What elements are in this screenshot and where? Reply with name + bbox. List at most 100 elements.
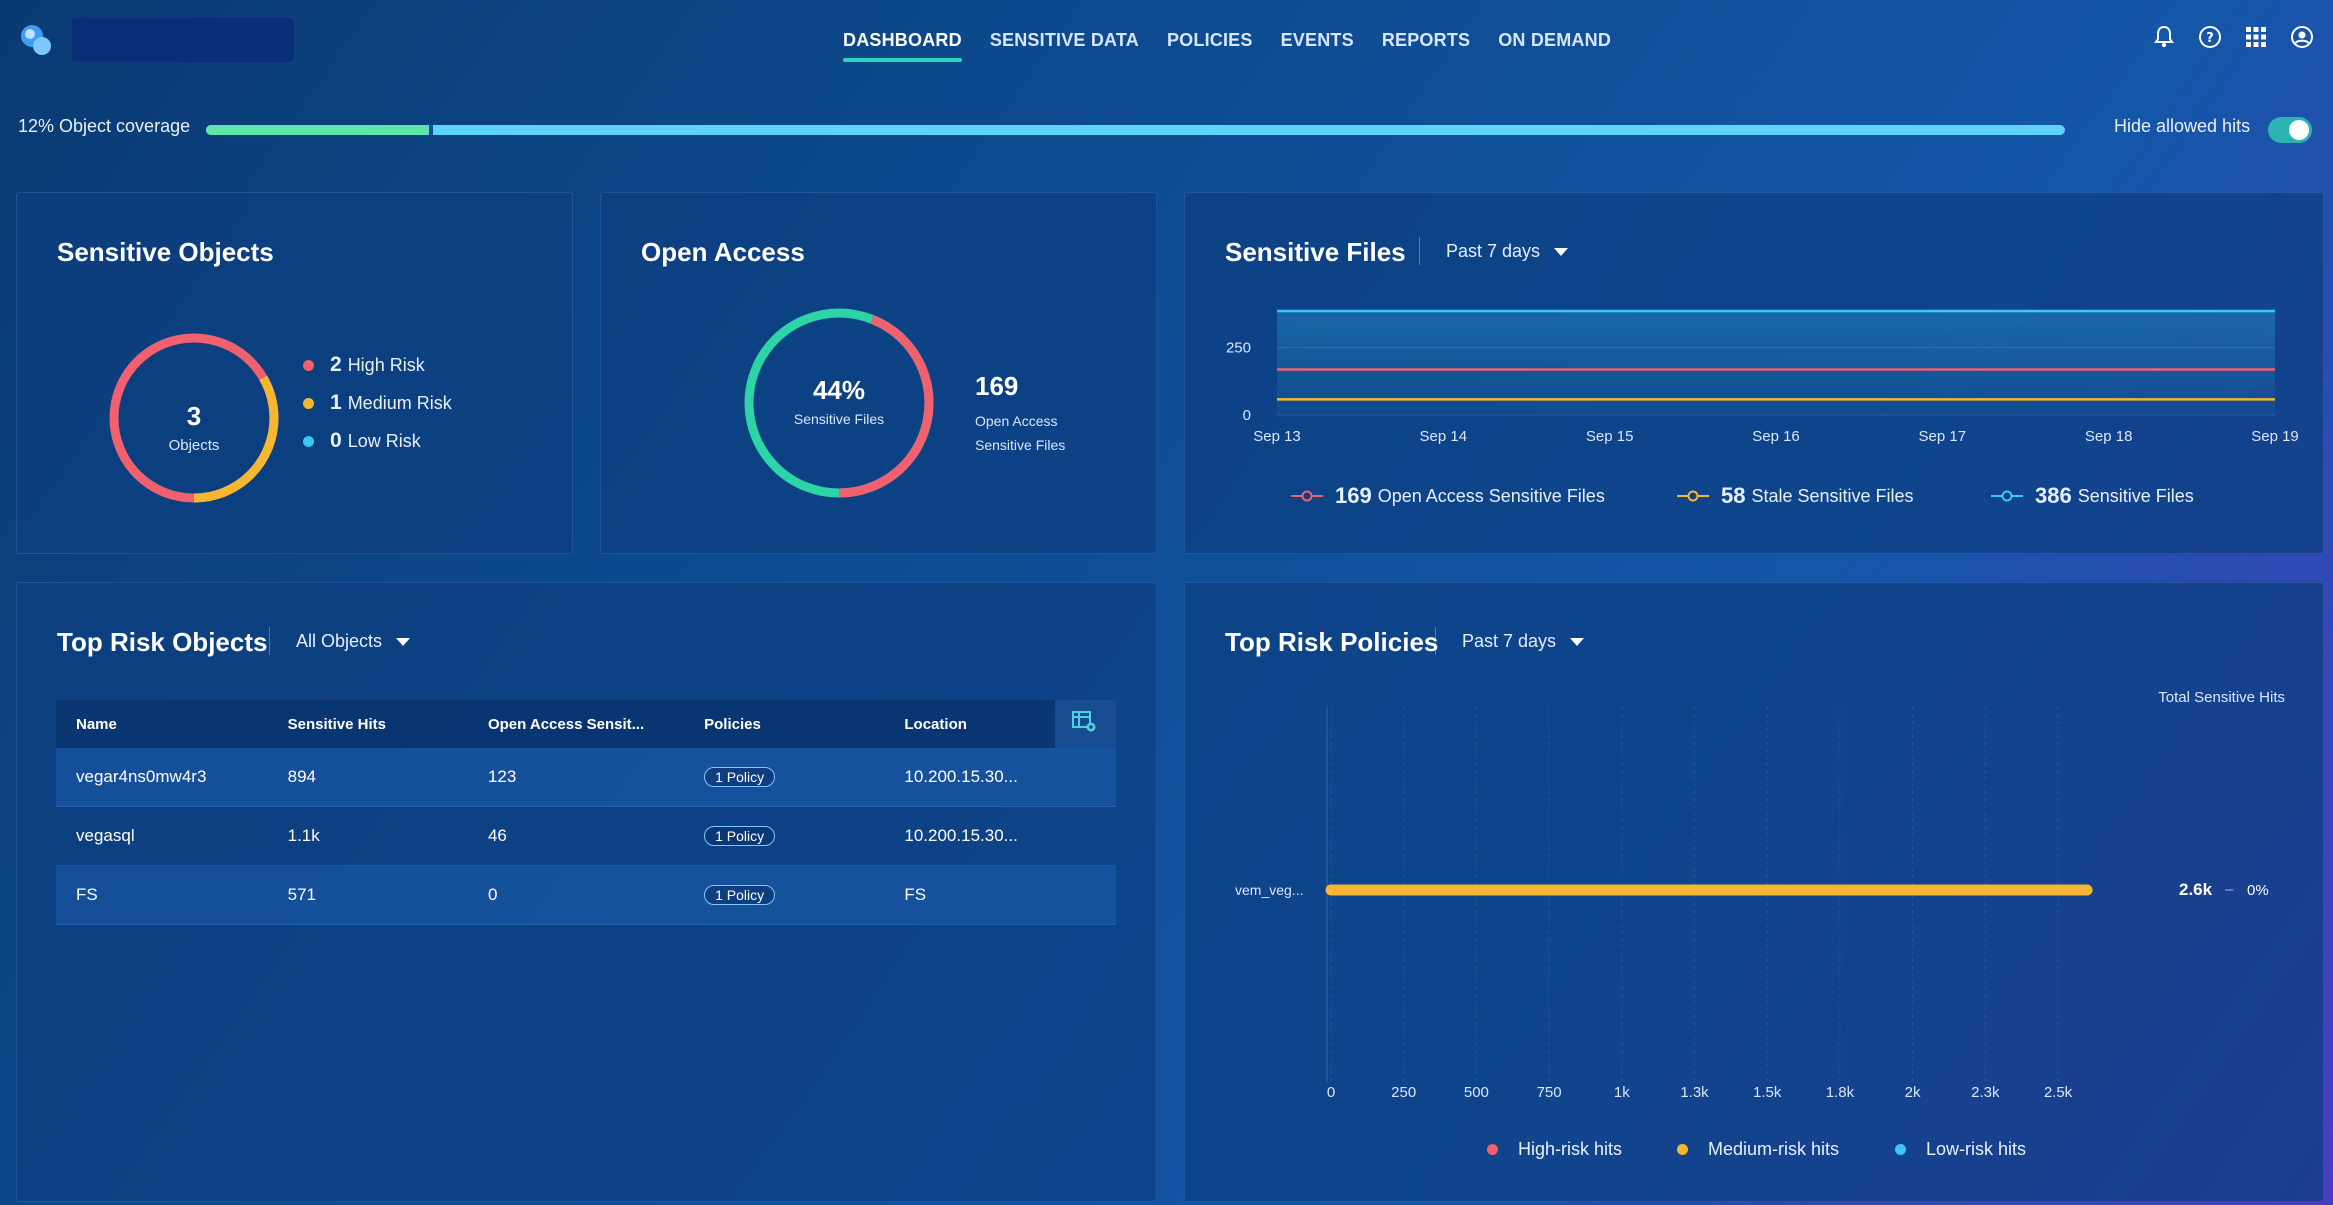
row-name[interactable]: vegar4ns0mw4r3: [56, 748, 268, 807]
nav-sensitive-data[interactable]: SENSITIVE DATA: [990, 10, 1139, 70]
x-tick-label: 2.3k: [1971, 1084, 2000, 1101]
medium-risk-hits-label: Medium-risk hits: [1708, 1139, 1840, 1159]
x-tick-label: 1k: [1614, 1084, 1630, 1101]
sensitive-objects-title: Sensitive Objects: [57, 237, 274, 267]
high-risk-hits-label: High-risk hits: [1518, 1139, 1623, 1159]
high-risk-label: High Risk: [347, 354, 425, 375]
policy-bar-total: 2.6k: [2179, 880, 2213, 899]
top-risk-policies-card: Top Risk Policies Past 7 days Total Sens…: [1184, 582, 2324, 1202]
legend-open-access-files: 169 Open Access Sensitive Files: [1291, 483, 1605, 509]
apps-grid-icon[interactable]: [2243, 24, 2269, 50]
table-row[interactable]: FS 571 0 1 Policy FS: [56, 865, 1116, 925]
main-nav: DASHBOARD SENSITIVE DATA POLICIES EVENTS…: [843, 10, 1611, 70]
legend-stale-files: 58 Stale Sensitive Files: [1677, 483, 1914, 509]
legend-line-marker-yellow: [1677, 490, 1709, 502]
toggle-knob: [2289, 120, 2309, 140]
col-open-access[interactable]: Open Access Sensit...: [467, 700, 685, 748]
low-risk-dot: [303, 435, 314, 447]
column-settings-button[interactable]: [1055, 700, 1116, 748]
row-hits: 1.1k: [267, 806, 468, 866]
sensitive-objects-card: Sensitive Objects 3 Objects 2 High Risk …: [16, 192, 573, 554]
top-risk-objects-table: Name Sensitive Hits Open Access Sensit..…: [56, 700, 1116, 925]
bell-icon[interactable]: [2151, 24, 2177, 50]
row-open-access: 46: [467, 806, 685, 866]
row-location: FS: [884, 865, 1056, 925]
policy-badge[interactable]: 1 Policy: [704, 885, 776, 905]
sensitive-objects-donut: 3 Objects: [109, 333, 279, 503]
x-tick-label: 250: [1391, 1084, 1416, 1101]
x-tick-label: Sep 18: [2085, 428, 2133, 445]
legend-low-risk-hits: Low-risk hits: [1895, 1139, 2026, 1160]
x-tick-label: Sep 16: [1752, 428, 1800, 445]
sensitive-objects-total: 3: [187, 401, 201, 431]
legend-high-risk: 2 High Risk: [303, 353, 425, 377]
row-hits: 571: [267, 865, 468, 925]
top-risk-objects-title: Top Risk Objects: [57, 627, 268, 657]
open-access-card: Open Access 44% Sensitive Files 169 Open…: [600, 192, 1157, 554]
col-name[interactable]: Name: [56, 700, 268, 748]
top-icons: ?: [2151, 24, 2315, 50]
hide-allowed-hits-toggle[interactable]: [2268, 117, 2312, 143]
table-header-row: Name Sensitive Hits Open Access Sensit..…: [56, 700, 1116, 748]
objects-filter-value: All Objects: [296, 631, 383, 651]
x-tick-label: 0: [1327, 1084, 1335, 1101]
medium-risk-dot: [303, 397, 314, 409]
y-tick-label: 0: [1243, 407, 1251, 424]
col-policies[interactable]: Policies: [684, 700, 885, 748]
x-tick-label: 1.8k: [1826, 1084, 1855, 1101]
open-access-count-label-1: Open Access: [975, 413, 1058, 429]
low-risk-hits-label: Low-risk hits: [1926, 1139, 2027, 1159]
sensitive-files-label: Sensitive Files: [2077, 485, 2194, 506]
x-tick-label: 500: [1464, 1084, 1489, 1101]
col-sensitive-hits[interactable]: Sensitive Hits: [267, 700, 468, 748]
nav-policies[interactable]: POLICIES: [1167, 10, 1253, 70]
hide-allowed-hits-label: Hide allowed hits: [2114, 116, 2251, 136]
policy-bar-separator: –: [2225, 881, 2234, 898]
row-hits: 894: [267, 748, 468, 807]
row-name[interactable]: vegasql: [56, 806, 268, 866]
low-risk-label: Low Risk: [347, 430, 421, 451]
open-access-title: Open Access: [641, 237, 805, 267]
legend-high-risk-hits: High-risk hits: [1487, 1139, 1622, 1160]
legend-medium-risk: 1 Medium Risk: [303, 391, 452, 415]
user-account-icon[interactable]: [2289, 24, 2315, 50]
nav-on-demand[interactable]: ON DEMAND: [1498, 10, 1611, 70]
row-location: 10.200.15.30...: [884, 748, 1056, 807]
sensitive-files-card: Sensitive Files Past 7 days 0 250 Sep 13 Se…: [1184, 192, 2324, 554]
x-tick-label: Sep 15: [1586, 428, 1634, 445]
open-access-count-label-2: Sensitive Files: [975, 437, 1066, 453]
open-access-donut: 44% Sensitive Files: [744, 308, 934, 498]
objects-filter-dropdown[interactable]: All Objects: [269, 627, 411, 655]
stale-files-label: Stale Sensitive Files: [1751, 485, 1914, 506]
open-access-percent-label: Sensitive Files: [794, 411, 884, 427]
legend-line-marker-red: [1291, 490, 1323, 502]
table-row[interactable]: vegar4ns0mw4r3 894 123 1 Policy 10.200.1…: [56, 748, 1116, 807]
policy-category-label: vem_veg...: [1235, 882, 1303, 898]
nav-reports[interactable]: REPORTS: [1382, 10, 1470, 70]
nav-dashboard[interactable]: DASHBOARD: [843, 10, 962, 70]
top-bar: DASHBOARD SENSITIVE DATA POLICIES EVENTS…: [0, 10, 2333, 70]
chevron-down-icon: [396, 638, 411, 647]
high-risk-dot: [303, 359, 314, 371]
sensitive-files-chart: 0 250 Sep 13 Sep 14 Sep 15 Sep 16 Sep 17 Sep 18…: [1226, 309, 2299, 445]
object-coverage-label: 12% Object coverage: [18, 116, 191, 136]
legend-medium-risk-hits: Medium-risk hits: [1677, 1139, 1839, 1160]
x-tick-label: Sep 19: [2251, 428, 2299, 445]
legend-low-risk: 0 Low Risk: [303, 429, 421, 453]
open-access-count: 169: [975, 371, 1019, 401]
table-row[interactable]: vegasql 1.1k 46 1 Policy 10.200.15.30...: [56, 806, 1116, 866]
nav-events[interactable]: EVENTS: [1281, 10, 1354, 70]
help-icon[interactable]: ?: [2197, 24, 2223, 50]
low-risk-hits-dot: [1895, 1144, 1906, 1155]
row-name[interactable]: FS: [56, 865, 268, 925]
medium-risk-label: Medium Risk: [347, 392, 452, 413]
policy-badge[interactable]: 1 Policy: [704, 826, 776, 846]
medium-risk-hits-dot: [1677, 1144, 1688, 1155]
row-open-access: 0: [467, 865, 685, 925]
tenant-selector[interactable]: [72, 18, 294, 62]
x-tick-label: 750: [1537, 1084, 1562, 1101]
col-location[interactable]: Location: [884, 700, 1056, 748]
policy-badge[interactable]: 1 Policy: [704, 767, 776, 787]
app-logo-icon[interactable]: [18, 22, 54, 58]
object-coverage-divider: [429, 125, 434, 135]
